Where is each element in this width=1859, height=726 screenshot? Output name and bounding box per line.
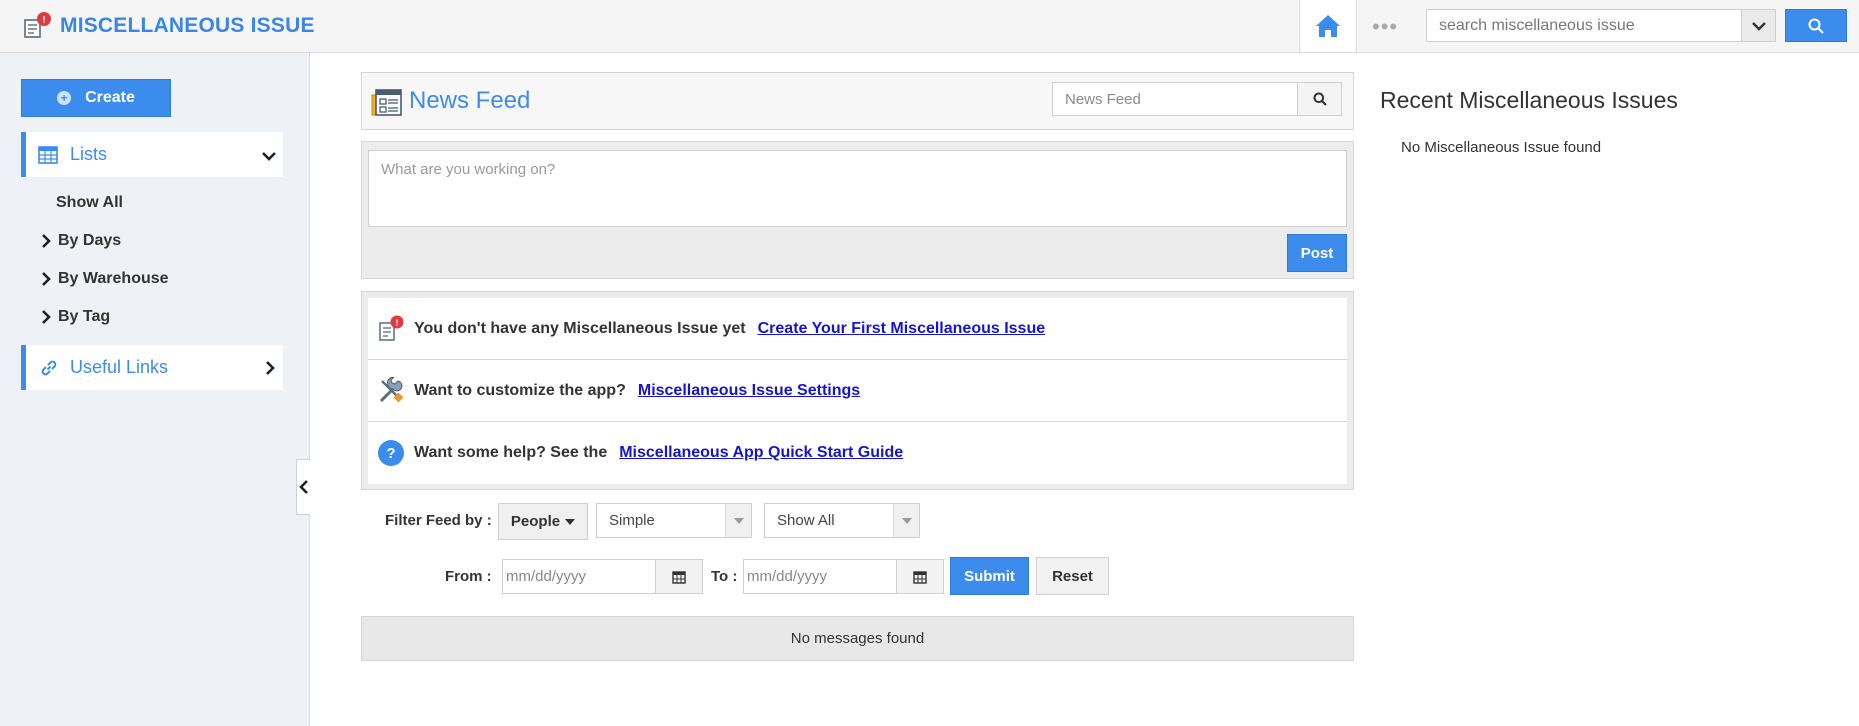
help-icon: ? [376,438,406,468]
post-composer: What are you working on? Post [361,141,1354,279]
issue-settings-link[interactable]: Miscellaneous Issue Settings [638,382,860,400]
filter-feed-label: Filter Feed by : [385,512,492,529]
caret-down-icon [893,504,919,537]
chevron-down-icon [1751,21,1766,31]
post-textarea[interactable]: What are you working on? [368,150,1347,227]
global-search-input[interactable]: search miscellaneous issue [1426,9,1742,42]
search-dropdown-button[interactable] [1742,9,1776,42]
from-date-placeholder: mm/dd/yyyy [506,568,587,585]
people-filter-button[interactable]: People [498,503,588,540]
no-messages-notice: No messages found [361,616,1354,661]
chevron-down-icon [262,152,276,161]
info-row-customize: Want to customize the app? Miscellaneous… [368,360,1347,422]
info-row-create-first: ! You don't have any Miscellaneous Issue… [368,298,1347,360]
info-row-text: Want to customize the app? [414,381,626,399]
feed-show-value: Show All [777,512,835,529]
create-button[interactable]: + Create [21,79,171,117]
news-feed-icon [371,87,403,122]
from-date-label: From : [445,568,492,585]
to-date-input[interactable]: mm/dd/yyyy [743,559,944,594]
people-filter-label: People [510,513,561,530]
home-icon [1316,15,1340,37]
app-logo-icon: ! [22,11,52,41]
sidebar-item-by-warehouse[interactable]: By Warehouse [38,270,169,288]
sidebar-section-lists[interactable]: Lists [21,132,283,177]
sidebar-section-label: Lists [70,144,108,164]
search-icon [1313,92,1327,106]
info-row-text: You don't have any Miscellaneous Issue y… [414,319,746,337]
calendar-icon[interactable] [655,560,702,593]
sidebar-item-label: By Tag [58,308,111,325]
create-first-issue-link[interactable]: Create Your First Miscellaneous Issue [758,320,1046,338]
sidebar-item-by-days[interactable]: By Days [38,232,121,250]
news-feed-title: News Feed [409,87,531,114]
app-name: MISCELLANEOUS ISSUE [60,14,315,37]
badge-glyph: ! [396,318,399,328]
info-row-help: ? Want some help? See the Miscellaneous … [368,422,1347,484]
feed-type-select[interactable]: Simple [596,503,752,538]
chevron-right-icon [42,272,51,286]
help-glyph: ? [386,445,395,462]
sidebar-section-useful-links[interactable]: Useful Links [21,345,283,390]
getting-started-panel: ! You don't have any Miscellaneous Issue… [361,291,1354,490]
info-row-text: Want some help? See the [414,444,608,461]
home-button[interactable] [1299,0,1357,52]
recent-issues-empty: No Miscellaneous Issue found [1401,139,1602,156]
to-date-label: To : [711,568,738,585]
link-icon [41,360,57,375]
news-feed-search-button[interactable] [1298,82,1342,116]
chevron-right-icon [42,234,51,248]
sidebar-item-by-tag[interactable]: By Tag [38,308,110,326]
table-icon [38,145,58,164]
sidebar-item-show-all[interactable]: Show All [56,194,123,212]
top-bar: ! MISCELLANEOUS ISSUE ••• search miscell… [0,0,1859,53]
news-feed-search-input[interactable]: News Feed [1052,82,1298,116]
sidebar: + Create Lists Show All By Days By Wareh… [0,53,310,726]
sidebar-section-label: Useful Links [70,357,169,377]
caret-down-icon [725,504,751,537]
feed-show-select[interactable]: Show All [764,503,920,538]
plus-icon: + [57,91,72,105]
to-date-placeholder: mm/dd/yyyy [747,568,828,585]
quick-start-guide-link[interactable]: Miscellaneous App Quick Start Guide [619,444,903,462]
chevron-left-icon [298,480,308,494]
feed-type-value: Simple [609,512,655,529]
recent-issues-title: Recent Miscellaneous Issues [1380,87,1678,113]
reset-button[interactable]: Reset [1036,557,1109,595]
from-date-input[interactable]: mm/dd/yyyy [502,559,703,594]
tools-icon [376,376,406,406]
more-options-icon[interactable]: ••• [1372,14,1398,40]
sidebar-item-label: By Warehouse [58,270,169,287]
issue-alert-icon: ! [376,314,406,344]
sidebar-collapse-button[interactable] [296,459,310,515]
caret-down-icon [565,518,576,525]
search-icon [1808,18,1824,34]
create-button-label: Create [85,89,135,106]
chevron-right-icon [42,310,51,324]
news-feed-header: News Feed News Feed [361,72,1354,130]
global-search-button[interactable] [1785,9,1847,42]
badge-glyph: ! [42,15,45,26]
sidebar-item-label: By Days [58,232,122,249]
app-title[interactable]: ! MISCELLANEOUS ISSUE [22,10,315,42]
submit-button[interactable]: Submit [950,557,1029,595]
sidebar-item-label: Show All [56,194,123,211]
chevron-right-icon [266,361,275,375]
calendar-icon[interactable] [896,560,943,593]
post-button[interactable]: Post [1287,234,1347,272]
